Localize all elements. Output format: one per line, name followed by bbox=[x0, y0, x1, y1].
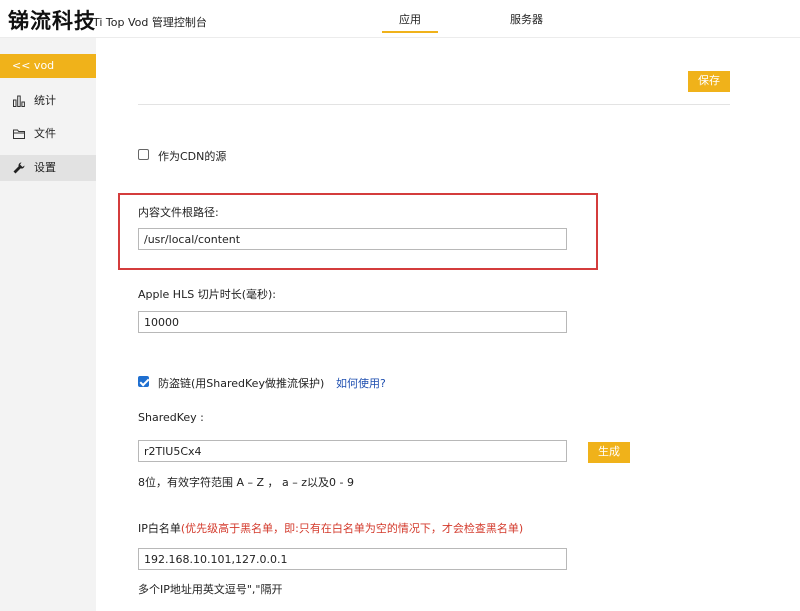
sidebar-item-files[interactable]: 文件 bbox=[0, 121, 96, 147]
shared-key-input[interactable] bbox=[138, 440, 567, 462]
hls-segment-label: Apple HLS 切片时长(毫秒): bbox=[138, 288, 276, 301]
anti-leech-label: 防盗链(用SharedKey做推流保护) bbox=[158, 377, 325, 390]
ip-whitelist-input[interactable] bbox=[138, 548, 567, 570]
ip-whitelist-warning: (优先级高于黑名单，即:只有在白名单为空的情况下，才会检查黑名单) bbox=[180, 522, 524, 535]
tab-app[interactable]: 应用 bbox=[382, 11, 438, 33]
divider bbox=[138, 104, 730, 105]
console-subtitle: Ti Top Vod 管理控制台 bbox=[93, 16, 207, 29]
sidebar-item-label: 文件 bbox=[34, 127, 56, 140]
how-to-use-link[interactable]: 如何使用? bbox=[336, 375, 386, 391]
content-root-input[interactable] bbox=[138, 228, 567, 250]
anti-leech-checkbox[interactable] bbox=[138, 376, 149, 387]
sidebar-item-label: 设置 bbox=[34, 161, 56, 174]
cdn-source-label: 作为CDN的源 bbox=[158, 150, 227, 163]
content-root-label: 内容文件根路径: bbox=[138, 206, 219, 219]
top-header: 锑流科技 Ti Top Vod 管理控制台 应用 服务器 bbox=[0, 0, 800, 38]
shared-key-label: SharedKey : bbox=[138, 411, 204, 424]
hls-segment-input[interactable] bbox=[138, 311, 567, 333]
cdn-source-checkbox[interactable] bbox=[138, 149, 149, 160]
sidebar-item-label: 统计 bbox=[34, 94, 56, 107]
folder-icon bbox=[12, 127, 26, 141]
wrench-icon bbox=[12, 161, 26, 175]
ip-whitelist-title: IP白名单 bbox=[138, 522, 181, 535]
ip-whitelist-hint: 多个IP地址用英文逗号","隔开 bbox=[138, 583, 283, 596]
ip-whitelist-label: IP白名单(优先级高于黑名单，即:只有在白名单为空的情况下，才会检查黑名单) bbox=[138, 520, 523, 536]
tab-server[interactable]: 服务器 bbox=[510, 11, 543, 27]
sidebar-back-vod[interactable]: << vod bbox=[0, 54, 96, 78]
save-button[interactable]: 保存 bbox=[688, 71, 730, 92]
shared-key-hint: 8位，有效字符范围 A – Z ， a – z以及0 - 9 bbox=[138, 476, 355, 489]
generate-key-button[interactable]: 生成 bbox=[588, 442, 630, 463]
brand-logo: 锑流科技 bbox=[8, 9, 96, 33]
bar-chart-icon bbox=[12, 94, 26, 108]
sidebar-item-settings[interactable]: 设置 bbox=[0, 155, 96, 181]
sidebar-item-stats[interactable]: 统计 bbox=[0, 88, 96, 114]
settings-panel: 保存 作为CDN的源 内容文件根路径: Apple HLS 切片时长(毫秒): … bbox=[96, 38, 800, 611]
sidebar: << vod 统计 文件 设置 bbox=[0, 38, 96, 611]
